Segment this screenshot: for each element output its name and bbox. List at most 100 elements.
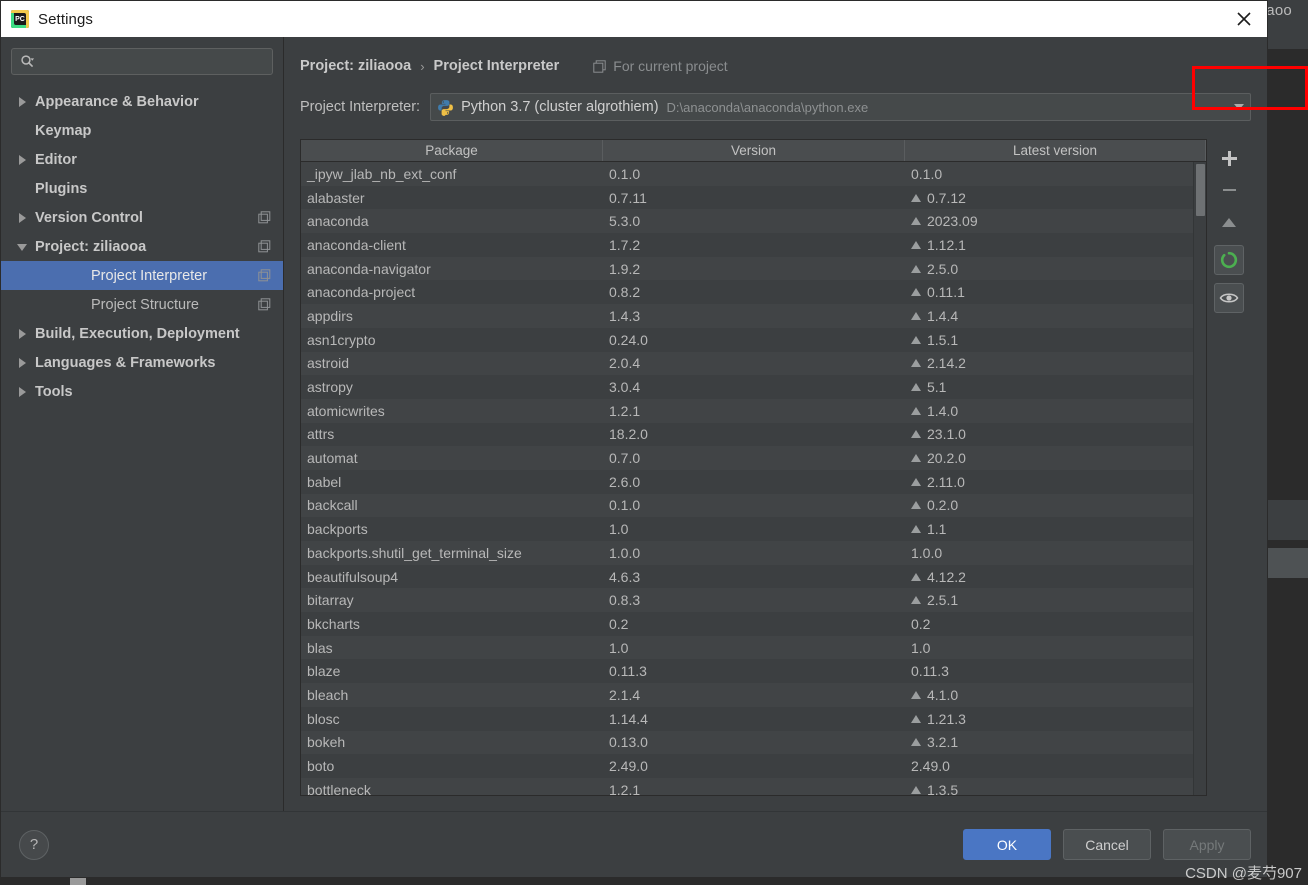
cell-version: 1.0: [609, 639, 629, 656]
show-paths-button[interactable]: [1214, 283, 1244, 313]
upgrade-package-button[interactable]: [1214, 207, 1244, 237]
table-row[interactable]: blosc 1.14.4 1.21.3: [301, 706, 1193, 731]
scrollbar-thumb[interactable]: [1196, 164, 1205, 216]
refresh-button[interactable]: [1214, 245, 1244, 275]
sidebar-item-build-execution-deployment[interactable]: Build, Execution, Deployment: [1, 319, 283, 348]
chevron-down-icon[interactable]: [17, 241, 29, 253]
sidebar-item-project-ziliaooa[interactable]: Project: ziliaooa: [1, 232, 283, 261]
latest-version-text: 2.5.0: [927, 260, 959, 277]
column-header-package[interactable]: Package: [301, 140, 603, 161]
sidebar-item-appearance-behavior[interactable]: Appearance & Behavior: [1, 87, 283, 116]
cell-latest-version: 1.1: [905, 521, 1193, 537]
table-row[interactable]: attrs 18.2.0 23.1.0: [301, 422, 1193, 447]
table-scrollbar[interactable]: [1193, 162, 1206, 795]
up-arrow-icon: [1222, 217, 1236, 227]
sidebar-item-project-structure[interactable]: Project Structure: [1, 290, 283, 319]
sidebar-item-tools[interactable]: Tools: [1, 377, 283, 406]
sidebar-item-label: Project Interpreter: [91, 267, 208, 284]
cancel-button[interactable]: Cancel: [1063, 829, 1151, 860]
chevron-down-icon[interactable]: [1224, 104, 1244, 110]
sidebar-item-label: Editor: [35, 151, 77, 168]
table-row[interactable]: babel 2.6.0 2.11.0: [301, 469, 1193, 494]
sidebar-item-label: Project: ziliaooa: [35, 238, 147, 255]
cell-latest-version: 4.1.0: [905, 687, 1193, 703]
table-row[interactable]: backcall 0.1.0 0.2.0: [301, 493, 1193, 518]
table-row[interactable]: anaconda-navigator 1.9.2 2.5.0: [301, 256, 1193, 281]
sidebar-item-languages-frameworks[interactable]: Languages & Frameworks: [1, 348, 283, 377]
cell-package: anaconda-project: [307, 284, 416, 301]
ok-button[interactable]: OK: [963, 829, 1051, 860]
table-row[interactable]: _ipyw_jlab_nb_ext_conf 0.1.0 0.1.0: [301, 162, 1193, 186]
cell-latest-version: 2.5.0: [905, 261, 1193, 277]
table-row[interactable]: bkcharts 0.2 0.2: [301, 612, 1193, 636]
copy-icon: [593, 59, 606, 73]
table-row[interactable]: astroid 2.0.4 2.14.2: [301, 351, 1193, 376]
search-icon: [20, 54, 35, 69]
cell-version: 1.9.2: [609, 260, 641, 277]
chevron-right-icon[interactable]: [17, 154, 29, 166]
dialog-title: Settings: [38, 10, 93, 28]
cell-version: 1.7.2: [609, 236, 641, 253]
column-header-version[interactable]: Version: [603, 140, 905, 161]
cell-package: bleach: [307, 686, 349, 703]
copy-icon: [258, 240, 271, 253]
table-row[interactable]: anaconda 5.3.0 2023.09: [301, 209, 1193, 234]
help-button[interactable]: ?: [19, 829, 49, 860]
upgrade-available-icon: [911, 572, 921, 581]
table-row[interactable]: blaze 0.11.3 0.11.3: [301, 659, 1193, 684]
table-row[interactable]: atomicwrites 1.2.1 1.4.0: [301, 398, 1193, 423]
sidebar-item-plugins[interactable]: Plugins: [1, 174, 283, 203]
table-row[interactable]: blas 1.0 1.0: [301, 635, 1193, 660]
close-icon[interactable]: [1221, 1, 1267, 37]
table-row[interactable]: bottleneck 1.2.1 1.3.5: [301, 777, 1193, 795]
cell-version: 1.0: [609, 521, 629, 538]
breadcrumb-parent[interactable]: Project: ziliaooa: [300, 58, 411, 74]
dialog-button-group: OK Cancel Apply: [963, 829, 1251, 860]
cell-package: blosc: [307, 710, 340, 727]
cell-latest-version: 4.12.2: [905, 569, 1193, 585]
table-row[interactable]: boto 2.49.0 2.49.0: [301, 754, 1193, 778]
cell-latest-version: 0.11.3: [905, 663, 1193, 679]
sidebar-tree: Appearance & Behavior Keymap Editor Plugins…: [1, 87, 283, 406]
table-row[interactable]: backports 1.0 1.1: [301, 517, 1193, 541]
column-header-latest-version[interactable]: Latest version: [905, 140, 1206, 161]
upgrade-available-icon: [911, 501, 921, 510]
interpreter-row: Project Interpreter: Python 3.7 (cluster…: [300, 93, 1251, 121]
table-row[interactable]: appdirs 1.4.3 1.4.4: [301, 304, 1193, 328]
table-row[interactable]: beautifulsoup4 4.6.3 4.12.2: [301, 564, 1193, 589]
cell-version: 2.1.4: [609, 686, 641, 703]
chevron-right-icon[interactable]: [17, 96, 29, 108]
search-input[interactable]: [40, 54, 272, 69]
interpreter-select[interactable]: Python 3.7 (cluster algrothiem) D:\anaco…: [430, 93, 1251, 121]
chevron-right-icon[interactable]: [17, 212, 29, 224]
sidebar-item-editor[interactable]: Editor: [1, 145, 283, 174]
cell-package: bkcharts: [307, 615, 360, 632]
background-toolbar-strip: [1268, 22, 1308, 50]
table-row[interactable]: anaconda-project 0.8.2 0.11.1: [301, 280, 1193, 305]
table-row[interactable]: backports.shutil_get_terminal_size 1.0.0 1…: [301, 541, 1193, 565]
table-row[interactable]: astropy 3.0.4 5.1: [301, 375, 1193, 399]
sidebar-item-keymap[interactable]: Keymap: [1, 116, 283, 145]
sidebar-item-project-interpreter[interactable]: Project Interpreter: [1, 261, 283, 290]
chevron-right-icon[interactable]: [17, 328, 29, 340]
cell-latest-version: 0.11.1: [905, 284, 1193, 300]
dialog-titlebar: Settings: [1, 1, 1267, 37]
remove-package-button[interactable]: [1214, 175, 1244, 205]
table-row[interactable]: bleach 2.1.4 4.1.0: [301, 683, 1193, 707]
table-row[interactable]: alabaster 0.7.11 0.7.12: [301, 185, 1193, 210]
cell-latest-version: 1.4.4: [905, 308, 1193, 324]
table-row[interactable]: asn1crypto 0.24.0 1.5.1: [301, 327, 1193, 352]
settings-main-panel: Project: ziliaooa › Project Interpreter …: [284, 37, 1267, 811]
cell-latest-version: 3.2.1: [905, 734, 1193, 750]
upgrade-available-icon: [911, 738, 921, 747]
add-package-button[interactable]: [1214, 143, 1244, 173]
search-box[interactable]: [11, 48, 273, 75]
table-row[interactable]: automat 0.7.0 20.2.0: [301, 446, 1193, 470]
table-row[interactable]: anaconda-client 1.7.2 1.12.1: [301, 233, 1193, 257]
chevron-right-icon[interactable]: [17, 386, 29, 398]
latest-version-text: 2.5.1: [927, 592, 959, 609]
table-row[interactable]: bokeh 0.13.0 3.2.1: [301, 730, 1193, 755]
table-row[interactable]: bitarray 0.8.3 2.5.1: [301, 588, 1193, 613]
sidebar-item-version-control[interactable]: Version Control: [1, 203, 283, 232]
chevron-right-icon[interactable]: [17, 357, 29, 369]
